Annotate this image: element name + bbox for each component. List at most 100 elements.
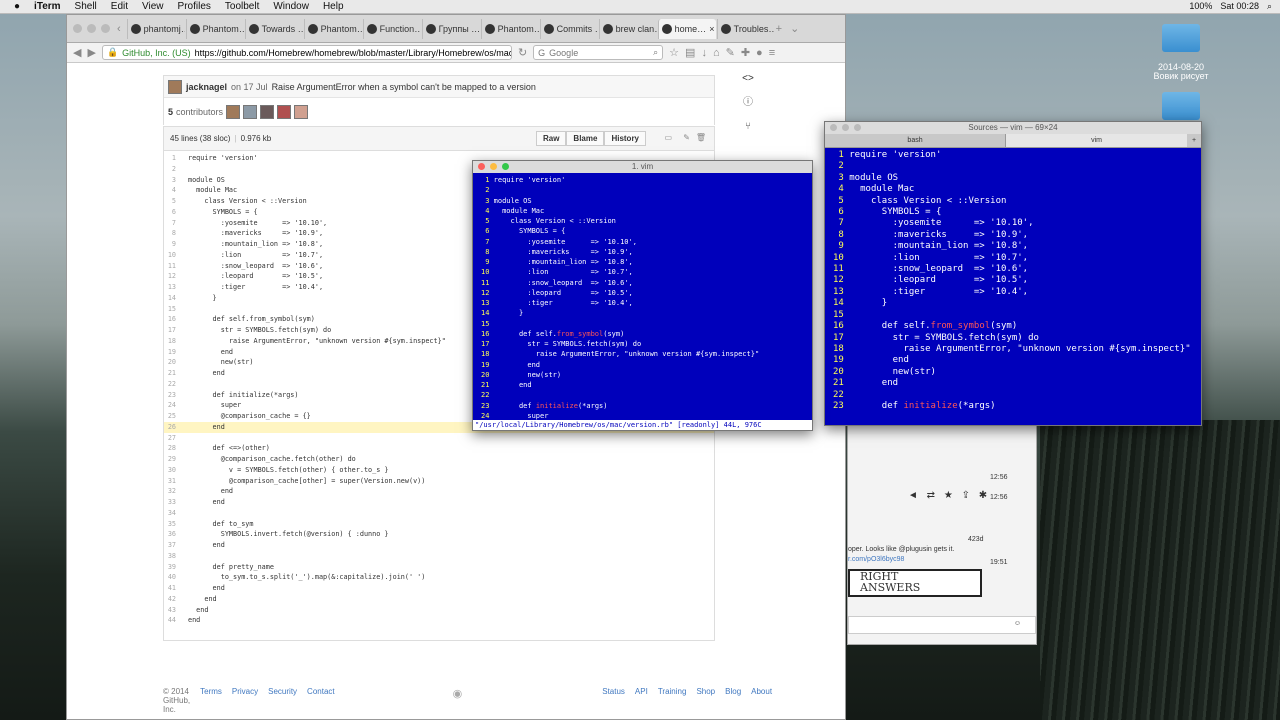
line-number[interactable]: 22	[164, 379, 188, 390]
line-number[interactable]: 15	[164, 304, 188, 315]
avatar[interactable]	[277, 104, 292, 119]
line-number[interactable]: 13	[164, 282, 188, 293]
line-number[interactable]: 34	[164, 508, 188, 519]
terminal-tab[interactable]: bash	[825, 134, 1007, 147]
message-input[interactable]: ☺	[848, 616, 1036, 634]
line-number[interactable]: 28	[164, 443, 188, 454]
search-icon[interactable]: ⌕	[1267, 1, 1272, 12]
line-number[interactable]: 9	[164, 239, 188, 250]
minimize-button[interactable]	[87, 24, 96, 33]
line-number[interactable]: 44	[164, 615, 188, 626]
line-number[interactable]: 33	[164, 497, 188, 508]
line-number[interactable]: 3	[164, 175, 188, 186]
browser-tab[interactable]: Phantom…	[185, 18, 244, 39]
line-number[interactable]: 20	[164, 357, 188, 368]
addon-icon[interactable]: ✚	[741, 46, 750, 59]
trash-icon[interactable]: 🗑	[696, 133, 706, 142]
browser-tab[interactable]: Towards …	[244, 18, 303, 39]
menu-app[interactable]: iTerm	[34, 1, 61, 12]
line-number[interactable]: 39	[164, 562, 188, 573]
browser-tab[interactable]: phantomj…	[126, 18, 185, 39]
download-icon[interactable]: ↓	[701, 47, 707, 59]
raw-button[interactable]: Raw	[535, 131, 567, 146]
footer-link[interactable]: API	[635, 687, 648, 714]
line-number[interactable]: 1	[164, 153, 188, 164]
close-button[interactable]	[478, 163, 485, 170]
avatar[interactable]	[260, 104, 275, 119]
browser-tab[interactable]: Группы …	[421, 18, 480, 39]
avatar[interactable]	[243, 104, 258, 119]
tools-icon[interactable]: ✎	[726, 46, 735, 59]
menu-profiles[interactable]: Profiles	[178, 1, 211, 12]
new-tab-icon[interactable]: +	[1187, 134, 1201, 147]
url-field[interactable]: 🔒 GitHub, Inc. (US) https://github.com/H…	[101, 45, 512, 60]
line-number[interactable]: 30	[164, 465, 188, 476]
line-number[interactable]: 11	[164, 261, 188, 272]
browser-tab[interactable]: Commits …	[539, 18, 598, 39]
message-actions-icons[interactable]: ◄ ⇄ ★ ⇪ ✱	[908, 490, 990, 501]
line-number[interactable]: 21	[164, 368, 188, 379]
back-icon[interactable]: ◀	[73, 46, 81, 59]
browser-tab[interactable]: brew clan…	[598, 18, 657, 39]
line-number[interactable]: 41	[164, 583, 188, 594]
line-number[interactable]: 5	[164, 196, 188, 207]
line-number[interactable]: 42	[164, 594, 188, 605]
line-number[interactable]: 38	[164, 551, 188, 562]
line-number[interactable]: 27	[164, 433, 188, 444]
commit-author[interactable]: jacknagel	[186, 82, 227, 92]
close-tab-icon[interactable]: ×	[709, 24, 714, 34]
history-button[interactable]: History	[604, 131, 646, 146]
zoom-button[interactable]	[502, 163, 509, 170]
vim-buffer[interactable]: 1 require 'version' 2 3 module OS 4 modu…	[825, 148, 1201, 412]
browser-tab[interactable]: Troubles…	[716, 18, 775, 39]
footer-link[interactable]: Security	[268, 687, 297, 714]
line-number[interactable]: 29	[164, 454, 188, 465]
line-number[interactable]: 40	[164, 572, 188, 583]
reader-icon[interactable]: ▤	[685, 46, 695, 59]
line-number[interactable]: 4	[164, 185, 188, 196]
contributors-label[interactable]: contributors	[176, 107, 223, 117]
menu-window[interactable]: Window	[273, 1, 309, 12]
line-number[interactable]: 43	[164, 605, 188, 616]
footer-link[interactable]: Contact	[307, 687, 335, 714]
menu-shell[interactable]: Shell	[75, 1, 97, 12]
tab-list-icon[interactable]: ⌄	[790, 22, 799, 35]
commit-message[interactable]: Raise ArgumentError when a symbol can't …	[272, 82, 536, 92]
edit-icon[interactable]: ✎	[683, 133, 690, 142]
line-number[interactable]: 17	[164, 325, 188, 336]
avatar[interactable]	[168, 79, 182, 94]
line-number[interactable]: 2	[164, 164, 188, 175]
menu-toolbelt[interactable]: Toolbelt	[225, 1, 259, 12]
issues-icon[interactable]: ⓘ	[739, 91, 757, 115]
footer-link[interactable]: Blog	[725, 687, 741, 714]
home-icon[interactable]: ⌂	[713, 47, 720, 59]
line-number[interactable]: 24	[164, 400, 188, 411]
close-button[interactable]	[73, 24, 82, 33]
line-number[interactable]: 25	[164, 411, 188, 422]
new-tab-icon[interactable]: +	[776, 23, 782, 35]
menu-icon[interactable]: ≡	[769, 47, 775, 59]
footer-link[interactable]: Training	[658, 687, 687, 714]
forward-icon[interactable]: ▶	[87, 46, 95, 59]
footer-link[interactable]: Status	[602, 687, 625, 714]
folder-icon[interactable]	[1162, 24, 1200, 52]
line-number[interactable]: 35	[164, 519, 188, 530]
line-number[interactable]: 18	[164, 336, 188, 347]
browser-tab[interactable]: Phantom…	[480, 18, 539, 39]
message-link[interactable]: r.com/pO3l6byc98	[848, 556, 904, 563]
line-number[interactable]: 26	[164, 422, 188, 433]
browser-tab-active[interactable]: home… ×	[657, 18, 716, 39]
search-field[interactable]: G Google ⌕	[533, 45, 664, 60]
terminal-tab-active[interactable]: vim	[1006, 134, 1188, 147]
reload-icon[interactable]: ↻	[518, 46, 527, 59]
line-number[interactable]: 19	[164, 347, 188, 358]
line-number[interactable]: 8	[164, 228, 188, 239]
battery-status[interactable]: 100%	[1189, 1, 1212, 12]
line-number[interactable]: 14	[164, 293, 188, 304]
vim-buffer[interactable]: 1 require 'version' 2 3 module OS 4 modu…	[473, 173, 812, 421]
chevron-left-icon[interactable]: ‹	[117, 23, 121, 35]
github-logo-icon[interactable]: ◉	[453, 687, 463, 714]
close-button[interactable]	[830, 124, 837, 131]
chat-icon[interactable]: ●	[756, 47, 763, 59]
zoom-button[interactable]	[101, 24, 110, 33]
